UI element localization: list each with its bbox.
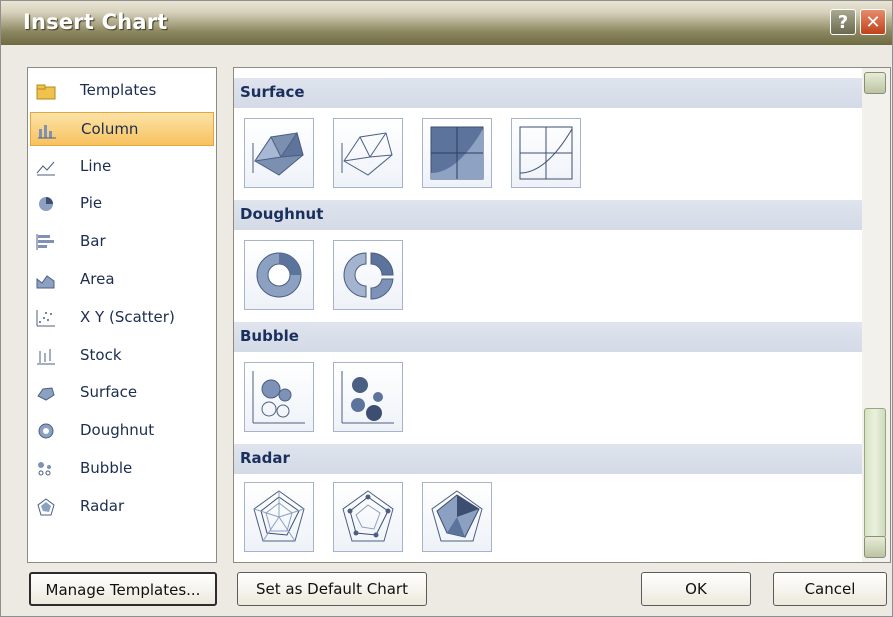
category-item-radar[interactable]: Radar — [30, 490, 214, 524]
category-label: Bar — [80, 232, 106, 251]
radar-chart-icon — [36, 498, 56, 516]
set-as-default-chart-button[interactable]: Set as Default Chart — [237, 572, 427, 606]
bubble-icon — [252, 371, 305, 424]
cancel-button[interactable]: Cancel — [773, 572, 887, 606]
doughnut-chart-icon — [36, 422, 56, 440]
pie-chart-icon — [36, 195, 56, 213]
line-chart-icon — [36, 158, 56, 176]
wireframe-contour-thumbnail[interactable] — [511, 118, 581, 188]
filled-radar-icon — [431, 490, 483, 542]
section-title-bubble: Bubble — [240, 327, 299, 345]
section-header-doughnut: Doughnut — [234, 200, 862, 230]
radar-icon — [253, 490, 305, 542]
section-header-bubble: Bubble — [234, 322, 862, 352]
category-label: Radar — [80, 496, 125, 515]
column-chart-icon — [37, 121, 57, 139]
close-button[interactable]: ✕ — [860, 9, 886, 35]
radar-with-markers-thumbnail[interactable] — [333, 482, 403, 552]
section-title-surface: Surface — [240, 83, 305, 101]
category-label: Surface — [80, 383, 138, 402]
category-label: Stock — [80, 345, 122, 364]
doughnut-icon — [256, 252, 302, 298]
category-label: X Y (Scatter) — [80, 307, 175, 326]
3d-surface-thumbnail[interactable] — [244, 118, 314, 188]
category-item-line[interactable]: Line — [30, 150, 214, 184]
wireframe-3d-surface-icon — [341, 132, 393, 176]
category-item-templates[interactable]: Templates — [30, 74, 214, 108]
ok-button[interactable]: OK — [641, 572, 751, 606]
manage-templates-button[interactable]: Manage Templates... — [29, 572, 217, 606]
bar-chart-icon — [36, 233, 56, 251]
filled-radar-thumbnail[interactable] — [422, 482, 492, 552]
category-item-doughnut[interactable]: Doughnut — [30, 414, 214, 448]
chart-subtype-gallery: Surface Doughnut Bubble Radar — [233, 67, 891, 563]
category-item-surface[interactable]: Surface — [30, 376, 214, 410]
category-label: Bubble — [80, 459, 133, 477]
section-header-surface: Surface — [234, 78, 862, 108]
3d-surface-icon — [252, 131, 304, 176]
scroll-down-arrow-icon[interactable] — [864, 536, 886, 558]
scroll-thumb[interactable] — [864, 408, 886, 538]
help-button[interactable]: ? — [830, 9, 856, 35]
vertical-scrollbar[interactable] — [862, 68, 890, 562]
scroll-up-arrow-icon[interactable] — [864, 72, 886, 94]
chart-category-list: Templates Column Line Pie Bar Area X Y (Scatte… — [27, 67, 217, 563]
category-item-bubble[interactable]: Bubble — [30, 452, 214, 486]
scatter-chart-icon — [36, 309, 56, 327]
bubble-chart-icon — [36, 460, 56, 478]
category-item-area[interactable]: Area — [30, 263, 214, 297]
3d-bubble-thumbnail[interactable] — [333, 362, 403, 432]
3d-bubble-icon — [341, 371, 394, 424]
wireframe-contour-icon — [519, 126, 573, 180]
exploded-doughnut-icon — [343, 252, 394, 300]
category-item-x-y-scatter-[interactable]: X Y (Scatter) — [30, 301, 214, 335]
contour-icon — [430, 126, 484, 180]
category-label: Doughnut — [80, 421, 155, 440]
category-item-stock[interactable]: Stock — [30, 339, 214, 373]
stock-chart-icon — [36, 347, 56, 365]
category-label: Area — [80, 270, 115, 288]
category-item-bar[interactable]: Bar — [30, 225, 214, 259]
exploded-doughnut-thumbnail[interactable] — [333, 240, 403, 310]
category-item-pie[interactable]: Pie — [30, 187, 214, 221]
radar-thumbnail[interactable] — [244, 482, 314, 552]
category-item-column[interactable]: Column — [30, 111, 214, 146]
insert-chart-dialog: Insert Chart ? ✕ Templates Column Line Pie B… — [0, 0, 893, 617]
category-label: Line — [80, 156, 112, 175]
category-label: Column — [81, 119, 139, 138]
section-title-radar: Radar — [240, 449, 290, 467]
category-label: Templates — [80, 81, 157, 99]
wireframe-3d-surface-thumbnail[interactable] — [333, 118, 403, 188]
area-chart-icon — [36, 271, 56, 289]
category-label: Pie — [80, 194, 103, 213]
surface-chart-icon — [36, 384, 56, 402]
bubble-thumbnail[interactable] — [244, 362, 314, 432]
doughnut-thumbnail[interactable] — [244, 240, 314, 310]
section-header-radar: Radar — [234, 444, 862, 474]
radar-with-markers-icon — [342, 490, 394, 542]
folder-icon — [36, 82, 56, 100]
section-title-doughnut: Doughnut — [240, 205, 324, 223]
contour-thumbnail[interactable] — [422, 118, 492, 188]
dialog-title: Insert Chart — [23, 10, 168, 34]
title-bar[interactable]: Insert Chart ? ✕ — [1, 1, 892, 45]
